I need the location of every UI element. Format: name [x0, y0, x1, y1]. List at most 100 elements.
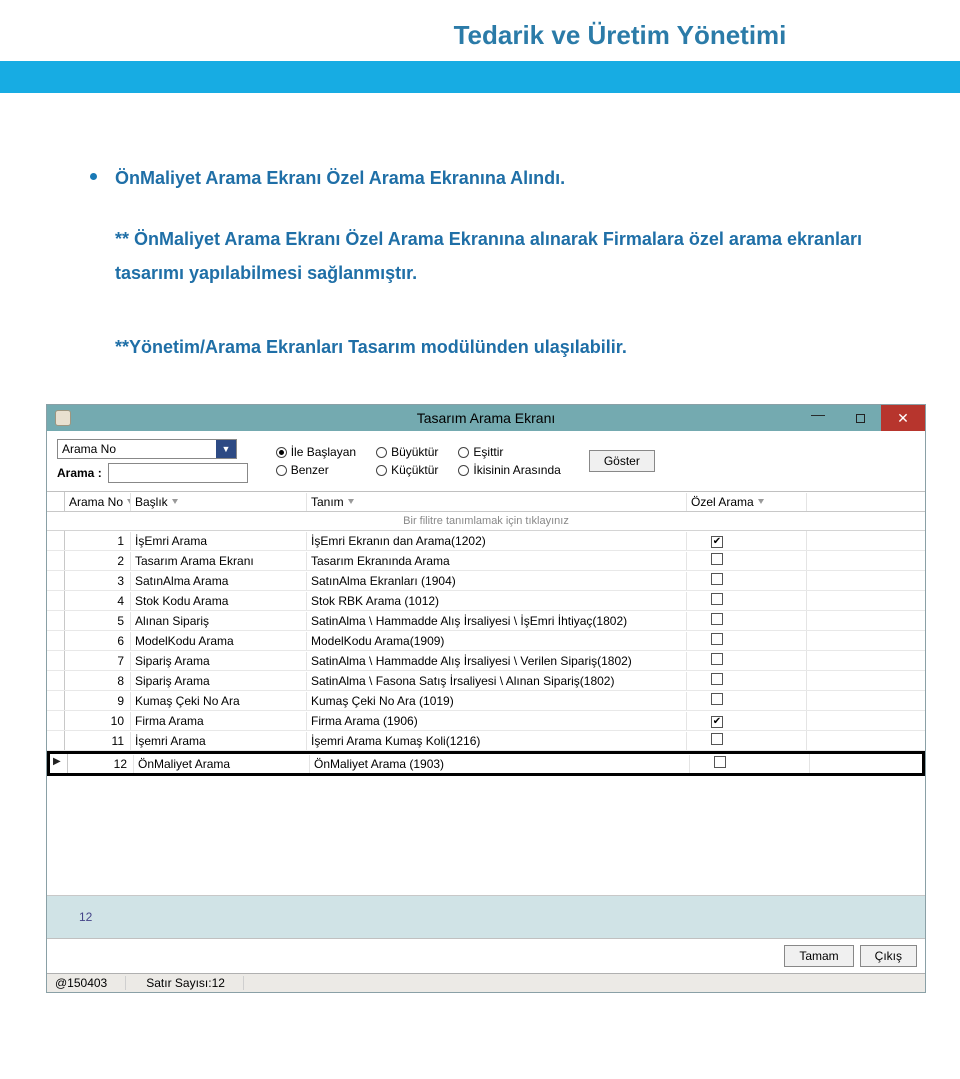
bullet-text: ÖnMaliyet Arama Ekranı Özel Arama Ekranı…: [115, 163, 565, 194]
radio-i̇kisinin-arasında[interactable]: İkisinin Arasında: [458, 463, 560, 477]
ozel-arama-checkbox[interactable]: [711, 633, 723, 645]
ozel-arama-checkbox[interactable]: [711, 653, 723, 665]
cell-ozel-arama: [687, 571, 807, 590]
row-gutter: [47, 611, 65, 630]
radio-label: Küçüktür: [391, 463, 438, 477]
col-tanim[interactable]: Tanım: [307, 493, 687, 511]
cell-baslik: Sipariş Arama: [131, 652, 307, 670]
radio-i̇le-başlayan[interactable]: İle Başlayan: [276, 445, 356, 459]
table-row[interactable]: 2Tasarım Arama EkranıTasarım Ekranında A…: [47, 551, 925, 571]
col-arama-no[interactable]: Arama No: [65, 493, 131, 511]
cell-arama-no: 8: [65, 672, 131, 690]
cell-baslik: SatınAlma Arama: [131, 572, 307, 590]
ozel-arama-checkbox[interactable]: [711, 536, 723, 548]
table-row[interactable]: 11İşemri Aramaİşemri Arama Kumaş Koli(12…: [47, 731, 925, 751]
radio-label: Eşittir: [473, 445, 503, 459]
radio-dot-icon: [276, 447, 287, 458]
cell-tanim: Firma Arama (1906): [307, 712, 687, 730]
filter-icon: [348, 499, 354, 504]
table-row[interactable]: 4Stok Kodu AramaStok RBK Arama (1012): [47, 591, 925, 611]
cell-arama-no: 9: [65, 692, 131, 710]
search-input[interactable]: [108, 463, 248, 483]
cell-ozel-arama: [687, 711, 807, 730]
note-line-1: ** ÖnMaliyet Arama Ekranı Özel Arama Ekr…: [115, 222, 900, 290]
cell-ozel-arama: [687, 691, 807, 710]
titlebar: Tasarım Arama Ekranı — ✕: [47, 405, 925, 431]
tamam-button[interactable]: Tamam: [784, 945, 853, 967]
ozel-arama-checkbox[interactable]: [711, 733, 723, 745]
search-label: Arama :: [57, 466, 102, 480]
radio-dot-icon: [376, 447, 387, 458]
cell-arama-no: 6: [65, 632, 131, 650]
ozel-arama-checkbox[interactable]: [711, 673, 723, 685]
grid-filter-row[interactable]: Bir filitre tanımlamak için tıklayınız: [47, 512, 925, 531]
table-row[interactable]: 10Firma AramaFirma Arama (1906): [47, 711, 925, 731]
ozel-arama-checkbox[interactable]: [711, 613, 723, 625]
bullet-item: ÖnMaliyet Arama Ekranı Özel Arama Ekranı…: [90, 163, 900, 194]
radio-benzer[interactable]: Benzer: [276, 463, 356, 477]
radio-label: Büyüktür: [391, 445, 438, 459]
grid-header: Arama No Başlık Tanım Özel Arama: [47, 492, 925, 512]
cell-ozel-arama: [687, 551, 807, 570]
row-gutter: [47, 711, 65, 730]
cell-baslik: Stok Kodu Arama: [131, 592, 307, 610]
row-gutter: [47, 731, 65, 750]
pager: 12: [47, 896, 925, 938]
cell-baslik: Tasarım Arama Ekranı: [131, 552, 307, 570]
radio-dot-icon: [458, 465, 469, 476]
col-ozel-arama[interactable]: Özel Arama: [687, 493, 807, 511]
table-row[interactable]: ▶12ÖnMaliyet AramaÖnMaliyet Arama (1903): [47, 751, 925, 776]
cell-baslik: İşemri Arama: [131, 732, 307, 750]
row-gutter: [47, 531, 65, 550]
field-select-value: Arama No: [58, 442, 216, 456]
filter-icon: [172, 499, 178, 504]
cell-ozel-arama: [687, 611, 807, 630]
table-row[interactable]: 1İşEmri AramaİşEmri Ekranın dan Arama(12…: [47, 531, 925, 551]
cell-arama-no: 2: [65, 552, 131, 570]
radio-label: Benzer: [291, 463, 329, 477]
radio-dot-icon: [276, 465, 287, 476]
cell-ozel-arama: [687, 631, 807, 650]
row-gutter: [47, 571, 65, 590]
table-row[interactable]: 8Sipariş AramaSatinAlma \ Fasona Satış İ…: [47, 671, 925, 691]
status-row-count: Satır Sayısı:12: [146, 976, 244, 990]
ozel-arama-checkbox[interactable]: [711, 573, 723, 585]
ozel-arama-checkbox[interactable]: [711, 693, 723, 705]
radio-label: İkisinin Arasında: [473, 463, 560, 477]
dialog-footer: Tamam Çıkış: [47, 938, 925, 973]
ozel-arama-checkbox[interactable]: [711, 553, 723, 565]
cell-tanim: SatinAlma \ Hammadde Alış İrsaliyesi \ İ…: [307, 612, 687, 630]
ozel-arama-checkbox[interactable]: [711, 593, 723, 605]
row-gutter: [47, 651, 65, 670]
page-title: Tedarik ve Üretim Yönetimi: [280, 0, 960, 61]
header-accent-bar: [0, 61, 960, 93]
table-row[interactable]: 3SatınAlma AramaSatınAlma Ekranları (190…: [47, 571, 925, 591]
ozel-arama-checkbox[interactable]: [711, 716, 723, 728]
row-gutter: ▶: [50, 754, 68, 773]
cell-ozel-arama: [690, 754, 810, 773]
table-row[interactable]: 7Sipariş AramaSatinAlma \ Hammadde Alış …: [47, 651, 925, 671]
window-title: Tasarım Arama Ekranı: [47, 410, 925, 426]
results-grid: Arama No Başlık Tanım Özel Arama Bir fil…: [47, 492, 925, 938]
cell-arama-no: 11: [65, 732, 131, 750]
cikis-button[interactable]: Çıkış: [860, 945, 917, 967]
radio-eşittir[interactable]: Eşittir: [458, 445, 560, 459]
table-row[interactable]: 5Alınan SiparişSatinAlma \ Hammadde Alış…: [47, 611, 925, 631]
cell-baslik: ModelKodu Arama: [131, 632, 307, 650]
cell-tanim: SatinAlma \ Fasona Satış İrsaliyesi \ Al…: [307, 672, 687, 690]
field-select[interactable]: Arama No ▼: [57, 439, 237, 459]
cell-tanim: Kumaş Çeki No Ara (1019): [307, 692, 687, 710]
radio-dot-icon: [376, 465, 387, 476]
cell-tanim: ModelKodu Arama(1909): [307, 632, 687, 650]
radio-dot-icon: [458, 447, 469, 458]
goster-button[interactable]: Göster: [589, 450, 655, 472]
row-gutter: [47, 551, 65, 570]
radio-küçüktür[interactable]: Küçüktür: [376, 463, 438, 477]
current-row-icon: ▶: [53, 756, 61, 767]
table-row[interactable]: 6ModelKodu AramaModelKodu Arama(1909): [47, 631, 925, 651]
ozel-arama-checkbox[interactable]: [714, 756, 726, 768]
table-row[interactable]: 9Kumaş Çeki No AraKumaş Çeki No Ara (101…: [47, 691, 925, 711]
radio-büyüktür[interactable]: Büyüktür: [376, 445, 438, 459]
app-window: Tasarım Arama Ekranı — ✕ Arama No ▼ Aram…: [46, 404, 926, 993]
col-baslik[interactable]: Başlık: [131, 493, 307, 511]
